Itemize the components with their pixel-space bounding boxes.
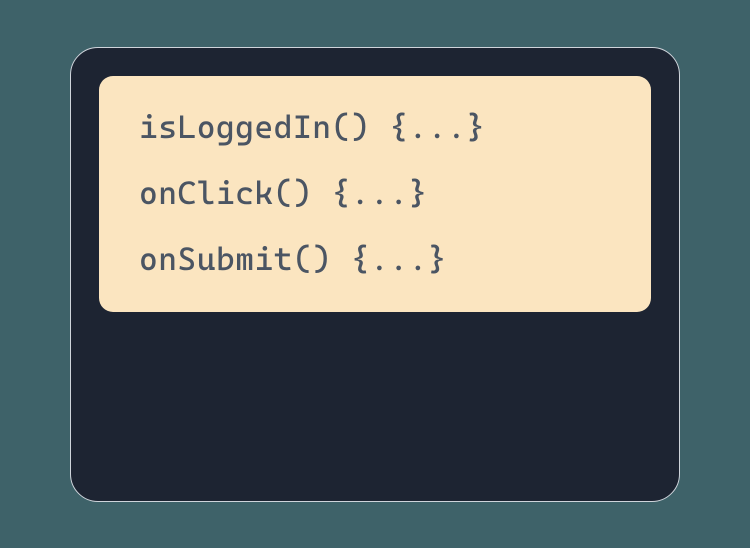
code-line: isLoggedIn() {...} [139, 108, 611, 146]
code-panel: isLoggedIn() {...} onClick() {...} onSub… [70, 47, 680, 502]
code-line: onClick() {...} [139, 174, 611, 212]
code-block: isLoggedIn() {...} onClick() {...} onSub… [99, 76, 651, 312]
code-line: onSubmit() {...} [139, 240, 611, 278]
